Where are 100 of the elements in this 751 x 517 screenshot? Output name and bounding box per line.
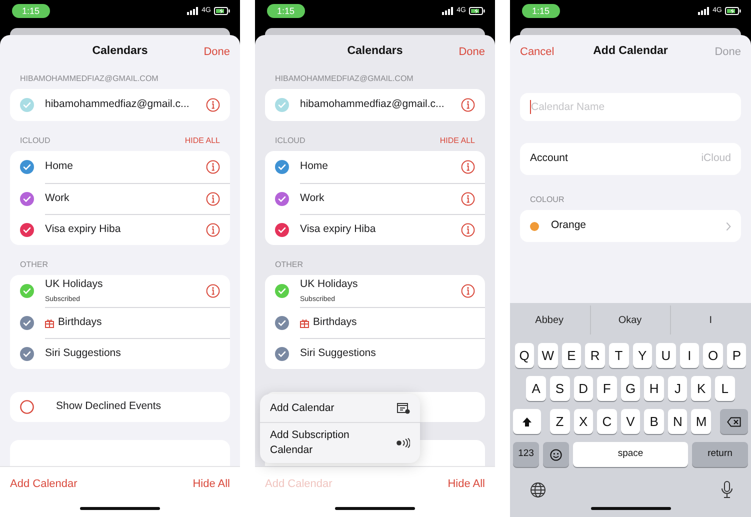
colour-name: Orange — [551, 218, 586, 234]
letter-key[interactable]: J — [668, 376, 688, 401]
info-icon[interactable] — [461, 223, 475, 237]
letter-key[interactable]: U — [656, 343, 676, 368]
info-icon[interactable] — [461, 192, 475, 206]
done-button[interactable]: Done — [204, 44, 230, 60]
info-icon[interactable] — [206, 284, 220, 298]
done-button[interactable]: Done — [458, 44, 485, 60]
section-header: ICLOUD — [275, 135, 306, 147]
sheet-title: Calendars — [347, 44, 403, 60]
signal-icon — [442, 7, 454, 15]
letter-key[interactable]: Q — [514, 343, 534, 368]
letter-key[interactable]: X — [574, 409, 594, 434]
calendar-name: hibamohammedfiaz@gmail.c... — [45, 97, 190, 112]
checked-circle-icon[interactable] — [20, 284, 34, 298]
letter-key[interactable]: A — [526, 376, 546, 401]
calendar-name: Birthdays — [58, 315, 102, 330]
letter-key[interactable]: O — [703, 343, 723, 368]
hide-all-link[interactable]: HIDE ALL — [184, 135, 220, 147]
globe-icon[interactable] — [530, 482, 546, 498]
info-icon[interactable] — [461, 160, 475, 174]
add-calendar-button[interactable]: Add Calendar — [10, 476, 78, 492]
cancel-button[interactable]: Cancel — [520, 44, 554, 60]
info-icon[interactable] — [206, 223, 220, 237]
letter-key[interactable]: R — [585, 343, 605, 368]
hide-all-button[interactable]: Hide All — [448, 476, 485, 492]
letter-key[interactable]: V — [620, 409, 640, 434]
letter-key[interactable]: C — [597, 409, 617, 434]
sheet-title: Add Calendar — [593, 44, 668, 60]
letter-key[interactable]: N — [668, 409, 688, 434]
letter-key[interactable]: T — [608, 343, 628, 368]
checked-circle-icon[interactable] — [20, 98, 34, 112]
gift-icon — [300, 318, 309, 328]
calendar-name: Home — [300, 159, 330, 174]
hide-all-button[interactable]: Hide All — [192, 476, 230, 492]
numbers-key[interactable]: 123 — [513, 442, 539, 467]
letter-key[interactable]: B — [644, 409, 664, 434]
checked-circle-icon[interactable] — [275, 192, 289, 206]
letter-key[interactable]: I — [680, 343, 700, 368]
checked-circle-icon[interactable] — [20, 192, 34, 206]
space-key[interactable]: space — [573, 442, 688, 467]
chevron-icon — [726, 222, 731, 230]
section-header: HIBAMOHAMMEDFIAZ@GMAIL.COM — [275, 73, 414, 85]
letter-key[interactable]: M — [691, 409, 712, 434]
time-pill: 1:15 — [12, 4, 50, 18]
signal-icon — [698, 7, 710, 15]
menu-item[interactable]: Add Calendar — [260, 394, 420, 422]
checked-circle-icon[interactable] — [20, 346, 34, 360]
unchecked-circle-icon[interactable] — [20, 400, 34, 414]
battery-icon — [725, 7, 741, 15]
calendar-name: hibamohammedfiaz@gmail.c... — [300, 97, 446, 112]
checked-circle-icon[interactable] — [275, 160, 289, 174]
checked-circle-icon[interactable] — [275, 346, 289, 360]
shift-key[interactable] — [513, 409, 541, 434]
sheet-title: Calendars — [92, 44, 148, 60]
letter-key[interactable]: D — [574, 376, 594, 401]
calendar-name: Work — [300, 191, 326, 206]
backspace-key[interactable] — [720, 409, 748, 434]
letter-key[interactable]: W — [538, 343, 558, 368]
letter-key[interactable]: E — [562, 343, 582, 368]
info-icon[interactable] — [461, 284, 475, 298]
letter-key[interactable]: L — [715, 376, 735, 401]
checked-circle-icon[interactable] — [275, 222, 289, 236]
calendar-add-icon — [397, 402, 410, 414]
info-icon[interactable] — [206, 192, 220, 206]
suggestion[interactable]: I — [670, 305, 751, 335]
checked-circle-icon[interactable] — [275, 284, 289, 298]
microphone-icon[interactable] — [721, 481, 733, 498]
calendar-name: Visa expiry Hiba — [300, 222, 377, 238]
colour-row[interactable]: Orange — [520, 210, 741, 242]
signal-icon — [186, 7, 199, 15]
letter-key[interactable]: P — [726, 343, 746, 368]
checked-circle-icon[interactable] — [20, 160, 34, 174]
letter-key[interactable]: F — [597, 376, 617, 401]
checked-circle-icon[interactable] — [20, 222, 34, 236]
section-header: ICLOUD — [20, 135, 50, 147]
letter-key[interactable]: Z — [550, 409, 570, 434]
info-icon[interactable] — [461, 98, 475, 112]
suggestion[interactable]: Okay — [590, 305, 670, 335]
emoji-key[interactable] — [543, 442, 569, 467]
info-icon[interactable] — [206, 160, 220, 174]
account-row[interactable]: Account iCloud — [520, 143, 741, 175]
menu-item[interactable]: Add Subscription Calendar — [260, 422, 420, 463]
letter-key[interactable]: H — [644, 376, 664, 401]
broadcast-icon — [396, 438, 410, 448]
return-key[interactable]: return — [692, 442, 748, 467]
calendar-name: Birthdays — [313, 315, 357, 330]
letter-key[interactable]: K — [691, 376, 712, 401]
letter-key[interactable]: Y — [632, 343, 652, 368]
info-icon[interactable] — [206, 98, 220, 112]
hide-all-link[interactable]: HIDE ALL — [440, 135, 475, 147]
calendar-name: Siri Suggestions — [45, 346, 122, 362]
suggestion[interactable]: Abbey — [510, 305, 590, 335]
text-cursor — [530, 100, 531, 114]
letter-key[interactable]: S — [550, 376, 570, 401]
checked-circle-icon[interactable] — [275, 316, 289, 330]
checked-circle-icon[interactable] — [275, 98, 289, 112]
calendar-name-field[interactable]: Calendar Name — [520, 93, 741, 121]
checked-circle-icon[interactable] — [20, 316, 34, 330]
letter-key[interactable]: G — [620, 376, 640, 401]
